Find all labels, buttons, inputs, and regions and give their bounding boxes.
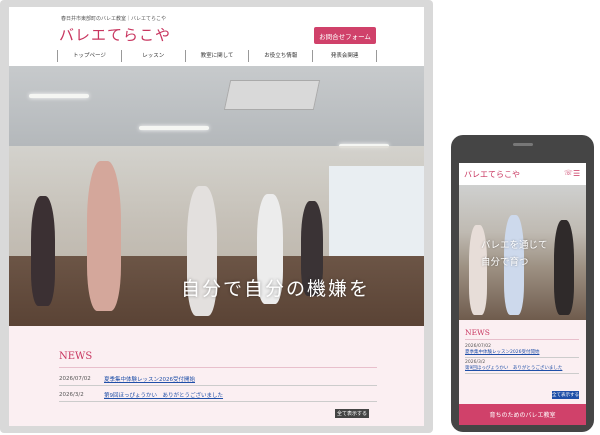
nav-item-info[interactable]: お役立ち情報 xyxy=(248,50,312,62)
news-title: NEWS xyxy=(59,351,93,362)
mobile-view-all-button[interactable]: 全て表示する xyxy=(552,391,579,399)
mobile-news-section: NEWS 2026/07/02 夏季集中体験レッスン2026受付開始 2026/… xyxy=(459,320,586,404)
news-link[interactable]: 夏季集中体験レッスン2026受付開始 xyxy=(104,375,195,383)
contact-form-button[interactable]: お問合せフォーム xyxy=(314,27,376,44)
ceiling-light xyxy=(29,94,89,98)
news-link[interactable]: 第9回ほっぴょうかい ありがとうございました xyxy=(104,391,223,399)
phone-icon[interactable]: ☏ xyxy=(564,169,573,177)
phone-speaker xyxy=(513,143,533,146)
news-link[interactable]: 夏季集中体験レッスン2026受付開始 xyxy=(465,350,579,358)
news-link[interactable]: 第9回ほっぴょうかい ありがとうございました xyxy=(465,366,579,374)
desktop-screen: 春日井市東部町のバレエ教室｜バレエてらこや バレエてらこや お問合せフォーム ト… xyxy=(9,7,424,426)
dancer-figure xyxy=(87,161,121,311)
mobile-footer-banner[interactable]: 育ちのためのバレエ教室 xyxy=(459,404,586,425)
mobile-news-divider xyxy=(465,339,579,340)
hero-line-2: 自分で育つ xyxy=(481,257,529,268)
news-item[interactable]: 2026/07/02 夏季集中体験レッスン2026受付開始 xyxy=(59,372,377,386)
global-nav: トップページ レッスン 教室に関して お役立ち情報 発表会関連 xyxy=(57,50,377,62)
dancer-figure xyxy=(31,196,55,306)
hero-line-1: バレエを通じて xyxy=(481,240,548,251)
site-tagline: 春日井市東部町のバレエ教室｜バレエてらこや xyxy=(61,16,167,22)
view-all-news-button[interactable]: 全て表示する xyxy=(335,409,369,418)
device-mockup-stage: 春日井市東部町のバレエ教室｜バレエてらこや バレエてらこや お問合せフォーム ト… xyxy=(0,0,600,435)
mobile-site-logo[interactable]: バレエてらこや xyxy=(464,169,520,180)
mobile-header: バレエてらこや ☏ ☰ xyxy=(459,163,586,185)
hero-image: 自分で自分の機嫌を xyxy=(9,66,424,326)
hamburger-menu-icon[interactable]: ☰ xyxy=(573,169,580,178)
studio-window xyxy=(329,166,424,261)
ceiling-light xyxy=(139,126,209,130)
news-divider xyxy=(59,367,377,368)
hero-ceiling xyxy=(9,66,424,146)
nav-item-lesson[interactable]: レッスン xyxy=(120,50,185,62)
site-header: 春日井市東部町のバレエ教室｜バレエてらこや バレエてらこや お問合せフォーム ト… xyxy=(9,7,424,66)
news-item[interactable]: 2026/3/2 第9回ほっぴょうかい ありがとうございました xyxy=(59,388,377,402)
mobile-news-item[interactable]: 2026/3/2 第9回ほっぴょうかい ありがとうございました xyxy=(465,360,579,374)
desktop-frame: 春日井市東部町のバレエ教室｜バレエてらこや バレエてらこや お問合せフォーム ト… xyxy=(0,0,433,433)
mobile-hero-catchphrase: バレエを通じて 自分で育つ xyxy=(481,237,548,271)
mobile-news-title: NEWS xyxy=(465,328,490,337)
news-date: 2026/07/02 xyxy=(59,375,91,382)
phone-screen: バレエてらこや ☏ ☰ バレエを通じて 自分で育つ NEWS 2026/07/0… xyxy=(459,163,586,425)
air-conditioner xyxy=(223,80,321,110)
dancer-figure xyxy=(554,220,574,315)
phone-frame: バレエてらこや ☏ ☰ バレエを通じて 自分で育つ NEWS 2026/07/0… xyxy=(451,135,594,432)
nav-item-about[interactable]: 教室に関して xyxy=(184,50,249,62)
mobile-news-item[interactable]: 2026/07/02 夏季集中体験レッスン2026受付開始 xyxy=(465,344,579,358)
mobile-hero-image: バレエを通じて 自分で育つ xyxy=(459,185,586,320)
nav-item-top[interactable]: トップページ xyxy=(57,50,121,62)
news-date: 2026/3/2 xyxy=(59,391,84,398)
news-section: NEWS 2026/07/02 夏季集中体験レッスン2026受付開始 2026/… xyxy=(9,326,424,426)
nav-item-recital[interactable]: 発表会関連 xyxy=(312,50,377,62)
site-logo[interactable]: バレエてらこや xyxy=(59,24,171,45)
hero-catchphrase: 自分で自分の機嫌を xyxy=(181,278,371,300)
